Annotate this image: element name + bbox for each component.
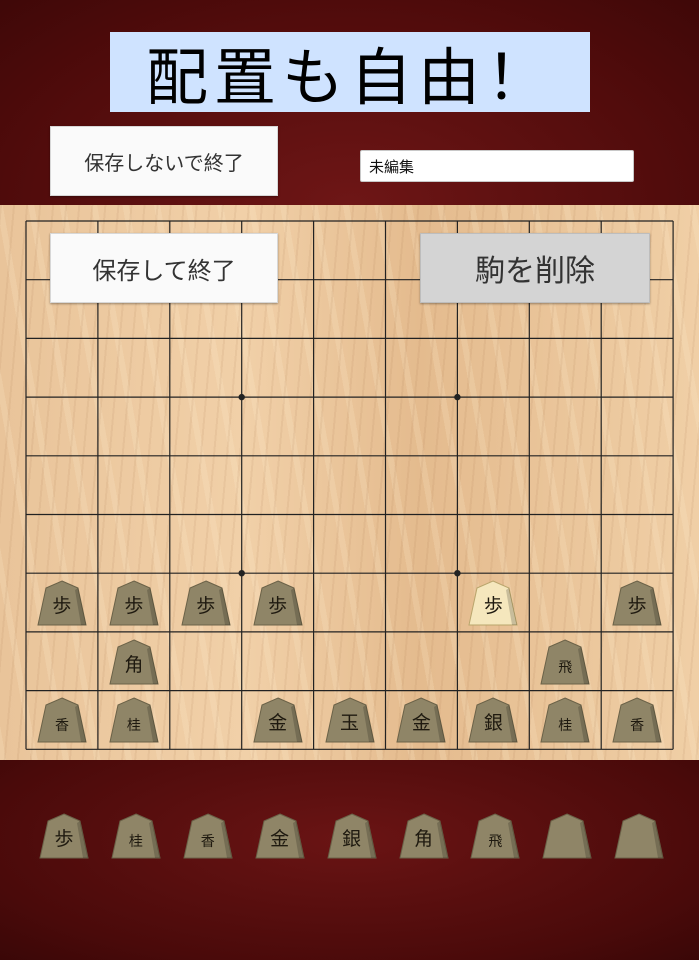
piece-label: 歩 [52, 594, 72, 617]
board-piece[interactable]: 歩 [181, 580, 231, 626]
pieces-layer: 歩歩歩歩歩歩角飛香桂金玉金銀桂香歩桂香金銀角飛 [0, 0, 699, 960]
piece-label: 歩 [627, 594, 647, 617]
piece-label: 銀 [342, 828, 362, 850]
board-piece[interactable]: 金 [253, 697, 303, 743]
piece-label: 飛 [488, 834, 503, 850]
piece-label: 玉 [340, 712, 360, 735]
tray-piece[interactable]: 香 [183, 813, 233, 859]
board-piece[interactable]: 銀 [468, 697, 518, 743]
tray-piece[interactable] [542, 813, 592, 859]
tray-piece[interactable]: 飛 [470, 813, 521, 859]
piece-label: 歩 [196, 594, 216, 617]
board-piece[interactable]: 歩 [37, 580, 87, 626]
piece-label: 飛 [558, 659, 573, 676]
tray-piece[interactable]: 桂 [111, 813, 161, 859]
piece-label: 歩 [268, 594, 288, 617]
piece-label: 角 [413, 828, 433, 850]
tray-piece[interactable]: 角 [398, 813, 449, 859]
piece-label: 香 [630, 718, 645, 735]
board-piece[interactable]: 桂 [109, 697, 159, 743]
board-piece[interactable]: 歩 [612, 580, 662, 626]
board-piece[interactable]: 歩 [468, 580, 518, 626]
board-piece[interactable]: 歩 [109, 580, 159, 626]
board-piece[interactable]: 桂 [540, 697, 590, 743]
piece-label: 香 [200, 834, 215, 850]
piece-label: 歩 [124, 594, 144, 617]
piece-label: 歩 [483, 594, 503, 617]
piece-label: 角 [124, 653, 144, 676]
piece-label: 歩 [54, 828, 74, 850]
piece-label: 桂 [558, 718, 573, 735]
board-piece[interactable]: 歩 [253, 580, 303, 626]
board-piece[interactable]: 香 [37, 697, 87, 743]
board-piece[interactable]: 飛 [540, 639, 590, 685]
board-piece[interactable]: 角 [109, 639, 159, 685]
piece-label: 金 [270, 828, 290, 850]
tray-piece[interactable]: 銀 [326, 813, 377, 859]
piece-label: 桂 [126, 718, 141, 735]
piece-label: 香 [54, 718, 69, 735]
piece-label: 銀 [483, 712, 503, 735]
piece-label: 金 [411, 712, 431, 735]
board-piece[interactable]: 香 [612, 697, 662, 743]
piece-label: 金 [268, 712, 288, 735]
board-piece[interactable]: 金 [396, 697, 447, 743]
tray-piece[interactable]: 金 [255, 813, 305, 859]
piece-label: 桂 [128, 834, 143, 850]
tray-piece[interactable]: 歩 [39, 813, 89, 859]
tray-piece[interactable] [614, 813, 664, 859]
board-piece[interactable]: 玉 [324, 697, 375, 743]
